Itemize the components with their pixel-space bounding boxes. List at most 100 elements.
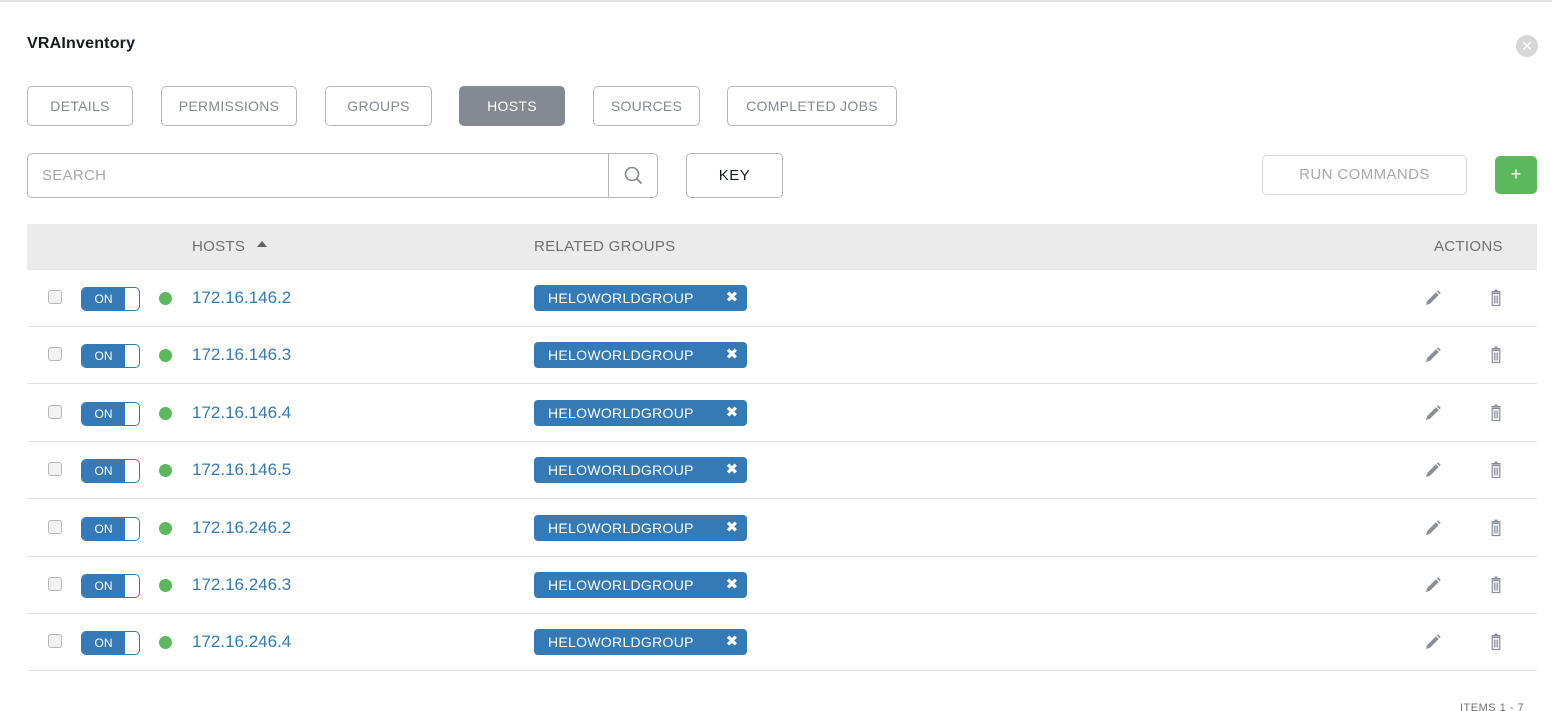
host-link[interactable]: 172.16.246.4 [192,614,291,670]
toggle-on-label: ON [82,632,125,654]
host-link[interactable]: 172.16.246.3 [192,557,291,613]
trash-icon[interactable] [1484,573,1508,597]
table-header: HOSTS RELATED GROUPS ACTIONS [27,224,1537,270]
edit-icon[interactable] [1420,458,1444,482]
page-title: VRAInventory [27,35,136,52]
group-tag-label: HELOWORLDGROUP [548,520,694,536]
table-row: ON 172.16.246.2 HELOWORLDGROUP ✖ [27,500,1537,557]
edit-icon[interactable] [1420,286,1444,310]
run-commands-button[interactable]: RUN COMMANDS [1262,155,1467,195]
edit-icon[interactable] [1420,401,1444,425]
related-group-tag: HELOWORLDGROUP ✖ [534,572,747,598]
status-ok-icon [159,349,172,362]
host-link[interactable]: 172.16.146.3 [192,327,291,383]
remove-group-icon[interactable]: ✖ [717,285,747,311]
table-row: ON 172.16.146.3 HELOWORLDGROUP ✖ [27,327,1537,384]
toggle-on-label: ON [82,460,125,482]
enabled-toggle[interactable]: ON [81,287,140,311]
table-row: ON 172.16.246.3 HELOWORLDGROUP ✖ [27,557,1537,614]
sort-ascending-icon [257,241,268,247]
tab-details[interactable]: DETAILS [27,86,133,126]
host-link[interactable]: 172.16.146.5 [192,442,291,498]
table-row: ON 172.16.246.4 HELOWORLDGROUP ✖ [27,614,1537,671]
remove-group-icon[interactable]: ✖ [717,515,747,541]
search-icon [624,166,642,184]
trash-icon[interactable] [1484,401,1508,425]
edit-icon[interactable] [1420,343,1444,367]
host-link[interactable]: 172.16.246.2 [192,500,291,556]
related-group-tag: HELOWORLDGROUP ✖ [534,515,747,541]
related-group-tag: HELOWORLDGROUP ✖ [534,285,747,311]
row-checkbox[interactable] [48,405,62,419]
row-checkbox[interactable] [48,577,62,591]
host-link[interactable]: 172.16.146.4 [192,385,291,441]
row-checkbox[interactable] [48,462,62,476]
row-checkbox[interactable] [48,290,62,304]
status-ok-icon [159,292,172,305]
related-group-tag: HELOWORLDGROUP ✖ [534,457,747,483]
column-related-groups: RELATED GROUPS [534,238,676,255]
row-checkbox[interactable] [48,634,62,648]
edit-icon[interactable] [1420,573,1444,597]
status-ok-icon [159,464,172,477]
remove-group-icon[interactable]: ✖ [717,342,747,368]
status-ok-icon [159,522,172,535]
trash-icon[interactable] [1484,516,1508,540]
status-ok-icon [159,636,172,649]
add-host-button[interactable]: + [1495,156,1537,194]
toggle-on-label: ON [82,518,125,540]
search-input[interactable] [28,154,608,197]
host-link[interactable]: 172.16.146.2 [192,270,291,326]
column-hosts[interactable]: HOSTS [192,224,268,270]
column-hosts-label: HOSTS [192,238,246,255]
related-group-tag: HELOWORLDGROUP ✖ [534,629,747,655]
tab-groups[interactable]: GROUPS [325,86,432,126]
table-row: ON 172.16.146.2 HELOWORLDGROUP ✖ [27,270,1537,327]
table-row: ON 172.16.146.5 HELOWORLDGROUP ✖ [27,442,1537,499]
remove-group-icon[interactable]: ✖ [717,400,747,426]
enabled-toggle[interactable]: ON [81,574,140,598]
enabled-toggle[interactable]: ON [81,344,140,368]
trash-icon[interactable] [1484,286,1508,310]
table-row: ON 172.16.146.4 HELOWORLDGROUP ✖ [27,385,1537,442]
group-tag-label: HELOWORLDGROUP [548,462,694,478]
tab-completed-jobs[interactable]: COMPLETED JOBS [727,86,897,126]
search-button[interactable] [608,154,658,197]
group-tag-label: HELOWORLDGROUP [548,347,694,363]
remove-group-icon[interactable]: ✖ [717,629,747,655]
edit-icon[interactable] [1420,516,1444,540]
trash-icon[interactable] [1484,458,1508,482]
tab-permissions[interactable]: PERMISSIONS [161,86,297,126]
group-tag-label: HELOWORLDGROUP [548,577,694,593]
close-icon: ✕ [1521,38,1533,54]
status-ok-icon [159,407,172,420]
related-group-tag: HELOWORLDGROUP ✖ [534,400,747,426]
enabled-toggle[interactable]: ON [81,517,140,541]
toggle-on-label: ON [82,575,125,597]
search-box [27,153,658,198]
enabled-toggle[interactable]: ON [81,631,140,655]
row-checkbox[interactable] [48,347,62,361]
close-button[interactable]: ✕ [1516,35,1538,57]
inventory-panel: VRAInventory ✕ DETAILS PERMISSIONS GROUP… [0,0,1552,711]
toggle-on-label: ON [82,403,125,425]
tab-hosts[interactable]: HOSTS [459,86,565,126]
related-group-tag: HELOWORLDGROUP ✖ [534,342,747,368]
group-tag-label: HELOWORLDGROUP [548,405,694,421]
trash-icon[interactable] [1484,630,1508,654]
row-checkbox[interactable] [48,520,62,534]
items-count: ITEMS 1 - 7 [1460,702,1525,711]
enabled-toggle[interactable]: ON [81,459,140,483]
remove-group-icon[interactable]: ✖ [717,457,747,483]
tab-sources[interactable]: SOURCES [593,86,700,126]
enabled-toggle[interactable]: ON [81,402,140,426]
toggle-on-label: ON [82,345,125,367]
trash-icon[interactable] [1484,343,1508,367]
key-button[interactable]: KEY [686,153,783,198]
remove-group-icon[interactable]: ✖ [717,572,747,598]
group-tag-label: HELOWORLDGROUP [548,634,694,650]
status-ok-icon [159,579,172,592]
column-actions: ACTIONS [1434,238,1503,255]
edit-icon[interactable] [1420,630,1444,654]
toggle-on-label: ON [82,288,125,310]
